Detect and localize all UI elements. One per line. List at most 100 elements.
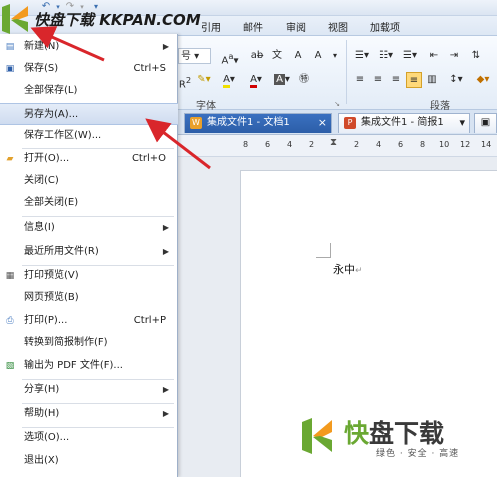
new-doc-icon: ▤ bbox=[5, 42, 15, 52]
line-spacing-icon[interactable]: ↕▾ bbox=[446, 72, 466, 88]
menu-item-label: 分享(H) bbox=[24, 384, 60, 395]
text-effect-icon[interactable]: A ▾ bbox=[270, 72, 294, 88]
menu-item-label: 新建(N) bbox=[24, 41, 60, 52]
increase-indent-icon[interactable]: ⇥ bbox=[446, 48, 462, 64]
watermark-title-accent: 快 bbox=[344, 419, 370, 448]
menu-item-web-preview[interactable]: 网页预览(B) bbox=[0, 287, 178, 309]
menu-item-label: 保存(S) bbox=[24, 63, 59, 74]
change-case-icon[interactable]: 文 bbox=[268, 48, 286, 64]
menu-item-close[interactable]: 关闭(C) bbox=[0, 170, 178, 192]
tab-mailings[interactable]: 邮件 bbox=[243, 19, 263, 34]
menu-item-label: 打印预览(V) bbox=[24, 270, 79, 281]
menu-item-label: 网页预览(B) bbox=[24, 292, 79, 303]
menu-item-label: 打印(P)... bbox=[24, 315, 68, 326]
menu-item-convert-presentation[interactable]: 转换到简报制作(F) bbox=[0, 332, 178, 354]
menu-item-recent-files[interactable]: 最近所用文件(R) ▶ bbox=[0, 241, 178, 263]
open-folder-icon: ▰ bbox=[6, 154, 14, 164]
grow-font-icon[interactable]: Aa▾ bbox=[218, 48, 242, 66]
doc-tab-active[interactable]: W 集成文件1 - 文档1 × bbox=[184, 113, 332, 133]
highlight-color-icon[interactable]: A▾ bbox=[218, 72, 240, 88]
menu-item-save-all[interactable]: 全部保存(L) bbox=[0, 80, 178, 102]
save-icon: ▣ bbox=[5, 64, 15, 74]
menu-item-exit[interactable]: 退出(X) bbox=[0, 450, 178, 472]
menu-shortcut: Ctrl+P bbox=[133, 315, 166, 326]
menu-item-info[interactable]: 信息(I) ▶ bbox=[0, 217, 178, 239]
menu-item-export-pdf[interactable]: ▧ 输出为 PDF 文件(F)... bbox=[0, 355, 178, 377]
indent-marker-icon[interactable]: ⧗ bbox=[330, 137, 337, 148]
ruler-tick: 8 bbox=[420, 140, 426, 149]
menu-item-label: 退出(X) bbox=[24, 455, 59, 466]
menu-item-print[interactable]: ⎙ 打印(P)... Ctrl+P bbox=[0, 310, 178, 332]
menu-item-label: 选项(O)... bbox=[24, 432, 70, 443]
menu-item-options[interactable]: 选项(O)... bbox=[0, 427, 178, 449]
kuaipan-logo-icon bbox=[302, 418, 332, 454]
document-text[interactable]: 永中↵ bbox=[333, 261, 363, 277]
clear-format-icon[interactable]: ab̶ bbox=[248, 48, 266, 64]
close-icon[interactable]: × bbox=[318, 114, 327, 132]
document-icon: W bbox=[190, 117, 202, 129]
submenu-arrow-icon: ▶ bbox=[162, 42, 169, 51]
new-doc-icon: ▣ bbox=[480, 117, 491, 128]
sort-icon[interactable]: ⇅ bbox=[468, 48, 484, 64]
menu-item-new[interactable]: ▤ 新建(N) ▶ bbox=[0, 36, 178, 58]
menu-item-save-as[interactable]: 另存为(A)... bbox=[0, 103, 178, 125]
multilevel-list-icon[interactable]: ☰▾ bbox=[400, 48, 420, 64]
document-tabs: W 集成文件1 - 文档1 × P 集成文件1 - 简报1 ▾ ▣ bbox=[178, 110, 497, 135]
ruler-tick: 4 bbox=[376, 140, 382, 149]
char-shading-icon[interactable]: A bbox=[310, 48, 326, 64]
ribbon-panel: 号 ▾ Aa▾ ab̶ 文 A A ▾ R2 ✎▾ A▾ A▾ A ▾ ㊕ 字体 … bbox=[178, 36, 497, 112]
menu-shortcut: Ctrl+O bbox=[131, 153, 166, 164]
menu-item-save-workspace[interactable]: 保存工作区(W)... bbox=[0, 125, 178, 147]
watermark-title: 快盘下载 bbox=[344, 414, 444, 450]
file-menu: ▤ 新建(N) ▶ ▣ 保存(S) Ctrl+S 全部保存(L) 另存为(A).… bbox=[0, 34, 178, 477]
doc-tab-title: 集成文件1 - 文档1 bbox=[207, 117, 290, 128]
menu-item-open[interactable]: ▰ 打开(O)... Ctrl+O bbox=[0, 148, 178, 170]
print-preview-icon: ▦ bbox=[5, 271, 15, 281]
ruler-tick: 4 bbox=[287, 140, 293, 149]
tab-review[interactable]: 审阅 bbox=[286, 19, 306, 34]
ruler-tick: 10 bbox=[439, 140, 450, 149]
decrease-indent-icon[interactable]: ⇤ bbox=[426, 48, 442, 64]
menu-item-label: 转换到简报制作(F) bbox=[24, 337, 108, 348]
font-dropdown-icon[interactable]: ▾ bbox=[328, 48, 342, 64]
shading-icon[interactable]: ◆▾ bbox=[474, 72, 492, 88]
menu-item-help[interactable]: 帮助(H) ▶ bbox=[0, 403, 178, 425]
ruler-tick: 6 bbox=[398, 140, 404, 149]
paragraph-mark: ↵ bbox=[355, 266, 363, 276]
tab-addins[interactable]: 加载项 bbox=[370, 19, 400, 34]
font-size-select[interactable]: 号 ▾ bbox=[178, 48, 211, 64]
font-color-icon[interactable]: A▾ bbox=[244, 72, 268, 88]
menu-item-close-all[interactable]: 全部关闭(E) bbox=[0, 192, 178, 214]
ruler-tick: 14 bbox=[481, 140, 492, 149]
horizontal-ruler[interactable]: 8 6 4 2 ⧗ 2 4 6 8 10 12 14 bbox=[178, 135, 497, 157]
align-center-icon[interactable]: ≡ bbox=[370, 72, 386, 88]
highlight-icon[interactable]: ✎▾ bbox=[192, 72, 216, 88]
watermark-subtitle: 绿色 · 安全 · 高速 bbox=[376, 449, 460, 459]
justify-icon[interactable]: ≡ bbox=[406, 72, 422, 88]
menu-item-label: 全部保存(L) bbox=[24, 85, 78, 96]
tab-view[interactable]: 视图 bbox=[328, 19, 348, 34]
distributed-icon[interactable]: ▥ bbox=[424, 72, 440, 88]
presentation-icon: P bbox=[344, 117, 356, 129]
menu-item-label: 帮助(H) bbox=[24, 408, 60, 419]
tab-references[interactable]: 引用 bbox=[201, 19, 221, 34]
align-left-icon[interactable]: ≡ bbox=[352, 72, 368, 88]
ruler-tick: 2 bbox=[354, 140, 360, 149]
ribbon-separator bbox=[346, 40, 347, 104]
align-right-icon[interactable]: ≡ bbox=[388, 72, 404, 88]
phonetic-icon[interactable]: ㊕ bbox=[296, 72, 312, 88]
bullets-icon[interactable]: ☰▾ bbox=[352, 48, 372, 64]
subscript-icon[interactable]: R2 bbox=[178, 72, 192, 90]
pdf-icon: ▧ bbox=[5, 361, 15, 371]
menu-item-save[interactable]: ▣ 保存(S) Ctrl+S bbox=[0, 58, 178, 80]
doc-tab[interactable]: P 集成文件1 - 简报1 ▾ bbox=[338, 113, 470, 133]
menu-item-share[interactable]: 分享(H) ▶ bbox=[0, 379, 178, 401]
chevron-down-icon[interactable]: ▾ bbox=[459, 114, 465, 132]
new-tab-button[interactable]: ▣ bbox=[474, 113, 497, 133]
doc-tab-title: 集成文件1 - 简报1 bbox=[361, 117, 444, 128]
submenu-arrow-icon: ▶ bbox=[162, 385, 169, 394]
menu-item-print-preview[interactable]: ▦ 打印预览(V) bbox=[0, 265, 178, 287]
menu-item-label: 打开(O)... bbox=[24, 153, 70, 164]
numbering-icon[interactable]: ☷▾ bbox=[376, 48, 396, 64]
char-border-icon[interactable]: A bbox=[290, 48, 306, 64]
